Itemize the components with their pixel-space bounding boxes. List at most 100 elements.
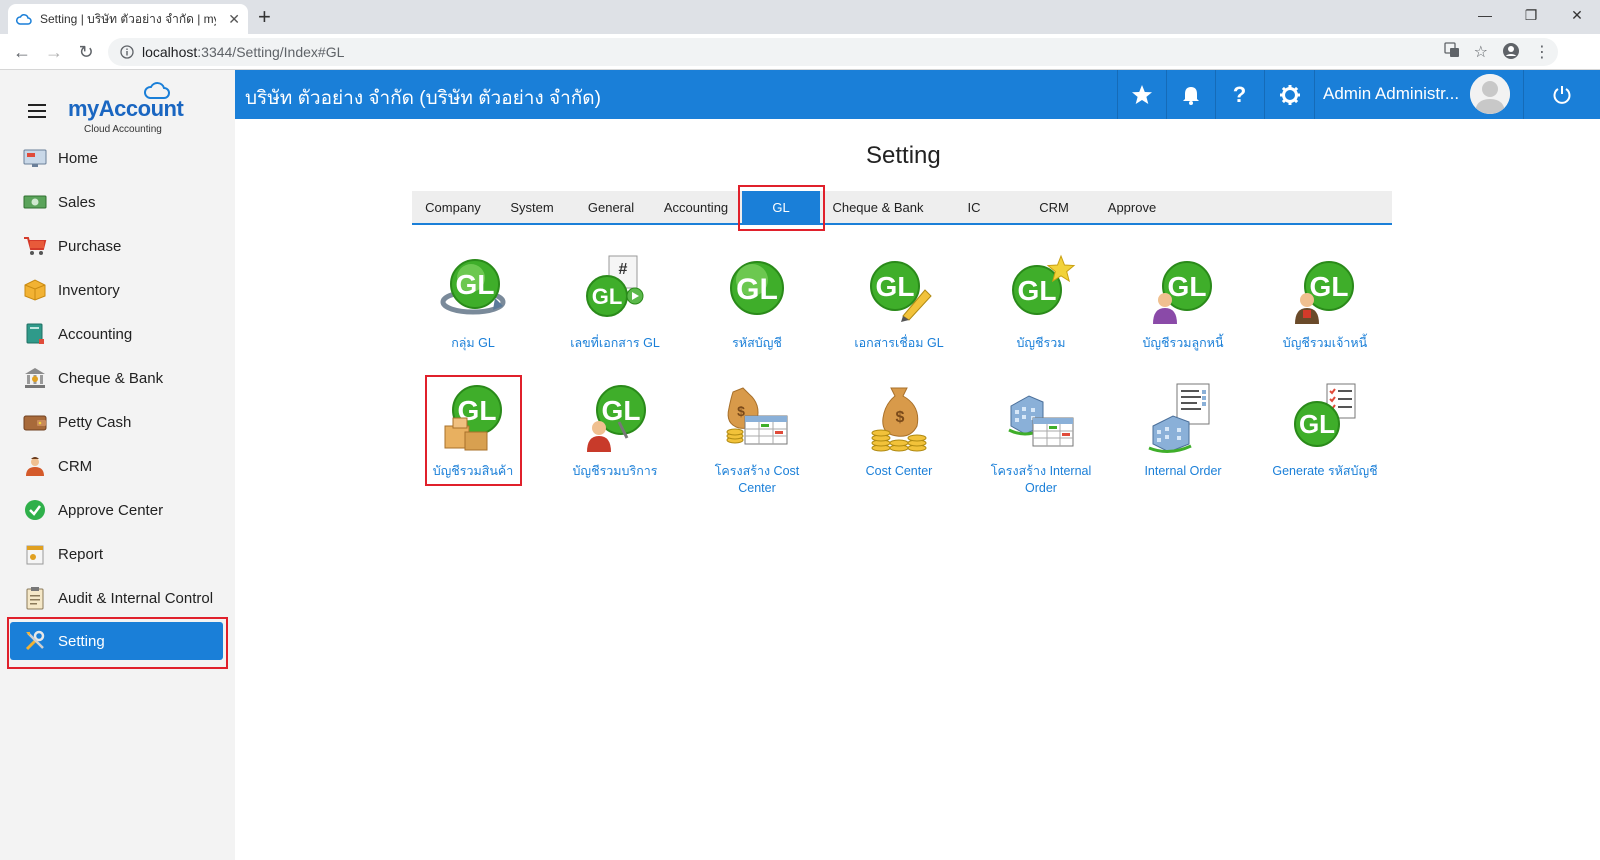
logo-text-my: my [68,96,99,121]
logo-text-account: Account [98,96,184,121]
home-icon [22,145,48,171]
translate-icon[interactable] [1444,42,1460,65]
sidebar-item-crm[interactable]: CRM [0,444,235,488]
tab-system[interactable]: System [494,191,570,223]
svg-text:GL: GL [1018,275,1057,306]
gl-doc-number-item[interactable]: # GL เลขที่เอกสาร GL [550,254,680,352]
browser-tab[interactable]: Setting | บริษัท ตัวอย่าง จำกัด | myA ✕ [8,4,248,34]
gl-star-icon: GL [1012,254,1076,315]
building-table-icon [1008,395,1074,447]
setting-tabs: Company System General Accounting GL Che… [412,191,1392,225]
internal-order-structure-item[interactable]: โครงสร้าง Internal Order [976,382,1106,497]
sidebar-item-sales[interactable]: Sales [0,180,235,224]
info-icon [120,45,134,59]
new-tab-button[interactable]: + [258,6,271,28]
ap-control-account-item[interactable]: GL บัญชีรวมเจ้าหนี้ [1260,254,1390,352]
cloud-favicon-icon [16,14,32,25]
favorite-star-button[interactable] [1117,70,1165,119]
svg-text:$: $ [737,403,745,419]
ar-control-account-item[interactable]: GL บัญชีรวมลูกหนี้ [1118,254,1248,352]
gear-icon [1279,84,1300,105]
tab-approve[interactable]: Approve [1092,191,1172,223]
tab-cheque-bank[interactable]: Cheque & Bank [824,191,932,223]
generate-account-code-item[interactable]: GL Generate รหัสบัญชี [1260,382,1390,480]
check-icon [22,497,48,523]
settings-button[interactable] [1264,70,1314,119]
internal-order-item[interactable]: Internal Order [1118,382,1248,480]
service-control-account-item[interactable]: GL บัญชีรวมบริการ [550,382,680,480]
close-window-icon[interactable]: ✕ [1554,0,1600,30]
inventory-account-highlight-box [425,375,522,486]
restore-icon[interactable]: ❐ [1508,0,1554,30]
help-button[interactable]: ? [1215,70,1263,119]
svg-text:GL: GL [876,271,915,302]
sidebar-item-accounting[interactable]: Accounting [0,312,235,356]
control-account-item[interactable]: GL บัญชีรวม [976,254,1106,352]
sidebar-item-report[interactable]: Report [0,532,235,576]
setting-highlight-box [7,617,228,669]
gl-tab-highlight-box [738,185,825,231]
forward-arrow-icon[interactable]: → [42,40,66,64]
gl-group-item[interactable]: GL กลุ่ม GL [408,254,538,352]
clipboard-icon [22,585,48,611]
minimize-icon[interactable]: — [1462,0,1508,30]
account-code-item[interactable]: GL รหัสบัญชี [692,254,822,352]
browser-tabstrip: Setting | บริษัท ตัวอย่าง จำกัด | myA ✕ … [0,0,1600,34]
box-icon [22,277,48,303]
gl-supplier-icon: GL [1295,261,1354,324]
url-input[interactable]: localhost:3344/Setting/Index#GL [108,38,1558,66]
tab-company[interactable]: Company [412,191,494,223]
menu-kebab-icon[interactable]: ⋮ [1534,42,1550,65]
cost-center-item[interactable]: $ Cost Center [834,382,964,480]
question-icon: ? [1232,81,1247,107]
power-icon [1553,85,1571,104]
sidebar-menu: Home Sales Purchase Inventory Accounting… [0,136,235,660]
svg-text:GL: GL [1299,409,1335,439]
sidebar-item-cheque-bank[interactable]: Cheque & Bank [0,356,235,400]
logo-subtitle: Cloud Accounting [84,124,162,135]
sidebar-item-audit[interactable]: Audit & Internal Control [0,576,235,620]
sidebar-item-inventory[interactable]: Inventory [0,268,235,312]
url-path: :3344/Setting/Index#GL [197,44,345,60]
sidebar-item-purchase[interactable]: Purchase [0,224,235,268]
tab-accounting[interactable]: Accounting [652,191,740,223]
bookmark-star-icon[interactable]: ☆ [1474,42,1488,65]
avatar[interactable] [1470,74,1510,114]
building-document-icon [1148,383,1210,453]
tab-ic[interactable]: IC [934,191,1014,223]
gl-doc-number-icon: # GL [586,255,644,317]
page-title: Setting [866,142,941,169]
gl-icon: GL [730,261,784,315]
back-arrow-icon[interactable]: ← [10,40,34,64]
logout-button[interactable] [1524,70,1600,119]
myaccount-logo: myAccount Cloud Accounting [68,80,198,140]
bank-icon [22,365,48,391]
gl-pencil-icon: GL [870,261,932,322]
sidebar-item-approve-center[interactable]: Approve Center [0,488,235,532]
svg-text:GL: GL [1168,271,1207,302]
tab-general[interactable]: General [572,191,650,223]
profile-icon[interactable] [1502,42,1520,65]
url-host: localhost [142,44,198,60]
reload-icon[interactable]: ↻ [74,40,98,64]
notification-button[interactable] [1166,70,1214,119]
sidebar-item-petty-cash[interactable]: Petty Cash [0,400,235,444]
gl-link-doc-item[interactable]: GL เอกสารเชื่อม GL [834,254,964,352]
tab-crm[interactable]: CRM [1014,191,1094,223]
svg-text:$: $ [896,409,905,426]
svg-text:GL: GL [602,395,641,426]
report-icon [22,541,48,567]
user-silhouette-icon [1470,74,1510,114]
sidebar: myAccount Cloud Accounting Home Sales Pu… [0,70,235,860]
hamburger-menu-icon[interactable] [28,104,46,118]
people-icon [22,453,48,479]
svg-text:GL: GL [1310,271,1349,302]
browser-tab-title: Setting | บริษัท ตัวอย่าง จำกัด | myA [40,11,216,26]
cost-center-structure-item[interactable]: $ โครงสร้าง Cost Center [692,382,822,497]
svg-text:GL: GL [736,273,778,306]
close-tab-icon[interactable]: ✕ [228,11,240,28]
money-bag-table-icon: $ [726,387,788,445]
gl-customer-icon: GL [1153,261,1212,324]
money-bag-coins-icon: $ [871,387,927,452]
sidebar-item-home[interactable]: Home [0,136,235,180]
